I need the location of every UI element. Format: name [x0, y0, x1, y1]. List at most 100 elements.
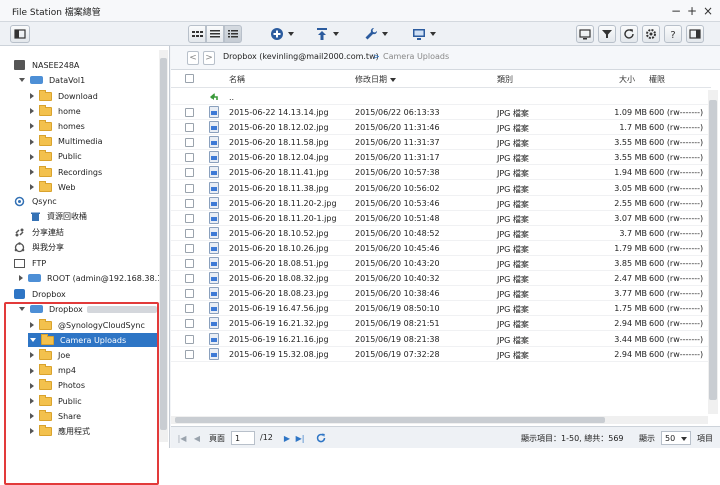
row-checkbox[interactable] — [185, 153, 194, 163]
detail-view-button[interactable] — [224, 25, 242, 43]
row-checkbox[interactable] — [185, 198, 194, 208]
row-checkbox[interactable] — [185, 274, 194, 284]
table-row[interactable]: 2015-06-22 14.13.14.jpg 2015/06/22 06:13:… — [171, 105, 711, 120]
row-checkbox[interactable] — [185, 349, 194, 359]
row-checkbox[interactable] — [185, 243, 194, 253]
upload-menu-button[interactable] — [315, 25, 339, 43]
row-checkbox[interactable] — [185, 289, 194, 299]
tree-node-folder[interactable]: Public — [30, 150, 82, 164]
file-name[interactable]: 2015-06-20 18.12.04.jpg — [229, 153, 329, 162]
scrollbar-thumb[interactable] — [160, 58, 167, 430]
table-row[interactable]: 2015-06-20 18.12.04.jpg 2015/06/20 11:31:… — [171, 150, 711, 166]
table-row[interactable]: 2015-06-20 18.08.51.jpg 2015/06/20 10:43:… — [171, 256, 711, 271]
table-row[interactable]: 2015-06-19 16.21.32.jpg 2015/06/19 08:21:… — [171, 316, 711, 332]
row-checkbox[interactable] — [185, 168, 194, 178]
file-name[interactable]: 2015-06-20 18.08.32.jpg — [229, 274, 329, 283]
row-checkbox[interactable] — [185, 183, 194, 193]
tree-node-folder[interactable]: Web — [30, 180, 75, 194]
tree-node-folder[interactable]: Recordings — [30, 165, 102, 179]
file-name[interactable]: 2015-06-19 16.21.16.jpg — [229, 335, 329, 344]
table-row[interactable]: 2015-06-19 16.21.16.jpg 2015/06/19 08:21:… — [171, 332, 711, 347]
file-name[interactable]: 2015-06-20 18.11.38.jpg — [229, 184, 329, 193]
column-type[interactable]: 類別 — [497, 74, 513, 85]
row-checkbox[interactable] — [185, 138, 194, 148]
settings-button[interactable] — [642, 25, 660, 43]
sidebar-scrollbar[interactable] — [159, 50, 168, 442]
file-name[interactable]: 2015-06-20 18.12.02.jpg — [229, 123, 329, 132]
tree-node-folder[interactable]: Multimedia — [30, 135, 102, 149]
tree-node-ftp[interactable]: FTP — [14, 256, 46, 270]
tree-node-share-link[interactable]: 分享連結 — [14, 225, 64, 239]
file-name[interactable]: 2015-06-19 16.21.32.jpg — [229, 319, 329, 328]
column-modified[interactable]: 修改日期 — [355, 74, 396, 85]
thumbnail-view-button[interactable] — [188, 25, 206, 43]
row-checkbox[interactable] — [185, 108, 194, 117]
table-row[interactable]: 2015-06-20 18.11.58.jpg 2015/06/20 11:31:… — [171, 135, 711, 151]
column-size[interactable]: 大小 — [619, 74, 635, 85]
file-name[interactable]: 2015-06-22 14.13.14.jpg — [229, 108, 329, 117]
maximize-icon[interactable]: + — [685, 4, 699, 18]
page-input[interactable]: 1 — [231, 431, 255, 445]
tools-menu-button[interactable] — [364, 25, 388, 43]
file-name[interactable]: 2015-06-20 18.11.20-1.jpg — [229, 214, 337, 223]
sidebar-toggle-button[interactable] — [10, 25, 30, 43]
file-name[interactable]: 2015-06-20 18.10.26.jpg — [229, 244, 329, 253]
file-name[interactable]: 2015-06-19 15.32.08.jpg — [229, 350, 329, 359]
table-row[interactable]: 2015-06-20 18.11.41.jpg 2015/06/20 10:57:… — [171, 165, 711, 181]
table-row[interactable]: 2015-06-20 18.10.26.jpg 2015/06/20 10:45:… — [171, 241, 711, 256]
column-permission[interactable]: 權限 — [649, 74, 665, 85]
refresh-button[interactable] — [620, 25, 638, 43]
prev-page-icon[interactable]: ◀ — [193, 433, 201, 443]
vertical-scrollbar[interactable] — [708, 90, 718, 414]
row-checkbox[interactable] — [185, 213, 194, 223]
tree-node-folder[interactable]: home — [30, 104, 81, 118]
refresh-icon[interactable] — [315, 432, 327, 444]
close-icon[interactable]: × — [701, 4, 715, 18]
tree-node-folder[interactable]: Download — [30, 89, 98, 103]
filter-button[interactable] — [598, 25, 616, 43]
table-row[interactable]: 2015-06-20 18.11.20-2.jpg 2015/06/20 10:5… — [171, 196, 711, 211]
per-page-select[interactable]: 50 — [661, 431, 691, 445]
minimize-icon[interactable]: − — [669, 4, 683, 18]
file-name[interactable]: 2015-06-20 18.11.20-2.jpg — [229, 199, 337, 208]
table-row[interactable]: 2015-06-20 18.08.23.jpg 2015/06/20 10:38:… — [171, 286, 711, 302]
tree-node-qsync[interactable]: Qsync — [14, 194, 57, 208]
table-row[interactable]: 2015-06-20 18.11.20-1.jpg 2015/06/20 10:5… — [171, 211, 711, 226]
table-row[interactable]: 2015-06-19 15.32.08.jpg 2015/06/19 07:32:… — [171, 347, 711, 362]
file-name[interactable]: 2015-06-20 18.10.52.jpg — [229, 229, 329, 238]
row-checkbox[interactable] — [185, 259, 194, 268]
tree-node-recycle-bin[interactable]: 資源回收桶 — [30, 209, 87, 223]
file-name[interactable]: 2015-06-20 18.08.51.jpg — [229, 259, 329, 268]
table-row[interactable]: 2015-06-20 18.11.38.jpg 2015/06/20 10:56:… — [171, 181, 711, 196]
table-row[interactable]: 2015-06-20 18.12.02.jpg 2015/06/20 11:31:… — [171, 120, 711, 136]
row-checkbox[interactable] — [185, 304, 194, 314]
file-name[interactable]: 2015-06-20 18.08.23.jpg — [229, 289, 329, 298]
file-name[interactable]: 2015-06-20 18.11.58.jpg — [229, 138, 329, 147]
last-page-icon[interactable]: ▶| — [295, 433, 305, 443]
row-checkbox[interactable] — [185, 228, 194, 238]
next-page-icon[interactable]: ▶ — [283, 433, 291, 443]
list-view-button[interactable] — [206, 25, 224, 43]
scrollbar-thumb[interactable] — [709, 100, 717, 400]
breadcrumb-root[interactable]: Dropbox (kevinling@mail2000.com.tw) — [223, 52, 379, 61]
parent-row[interactable]: .. — [171, 90, 711, 105]
table-row[interactable]: 2015-06-20 18.10.52.jpg 2015/06/20 10:48:… — [171, 226, 711, 241]
row-checkbox[interactable] — [185, 319, 194, 329]
first-page-icon[interactable]: |◀ — [177, 433, 187, 443]
table-row[interactable]: 2015-06-20 18.08.32.jpg 2015/06/20 10:40:… — [171, 271, 711, 287]
tree-node-dropbox[interactable]: Dropbox — [14, 287, 66, 301]
share-menu-button[interactable] — [412, 25, 436, 43]
tree-node-datavol[interactable]: DataVol1 — [19, 73, 85, 87]
file-name[interactable]: 2015-06-20 18.11.41.jpg — [229, 168, 329, 177]
monitor-button[interactable] — [576, 25, 594, 43]
column-name[interactable]: 名稱 — [229, 74, 245, 85]
row-checkbox[interactable] — [185, 123, 194, 133]
create-menu-button[interactable] — [270, 25, 294, 43]
tree-node-folder[interactable]: homes — [30, 119, 85, 133]
row-checkbox[interactable] — [185, 334, 194, 344]
horizontal-scrollbar[interactable] — [171, 416, 708, 424]
select-all-checkbox[interactable] — [185, 74, 194, 83]
tree-node-shared-with-me[interactable]: 與我分享 — [14, 240, 64, 254]
file-name[interactable]: 2015-06-19 16.47.56.jpg — [229, 304, 329, 313]
tree-node-ftp-root[interactable]: ROOT (admin@192.168.38.13 — [19, 271, 167, 285]
